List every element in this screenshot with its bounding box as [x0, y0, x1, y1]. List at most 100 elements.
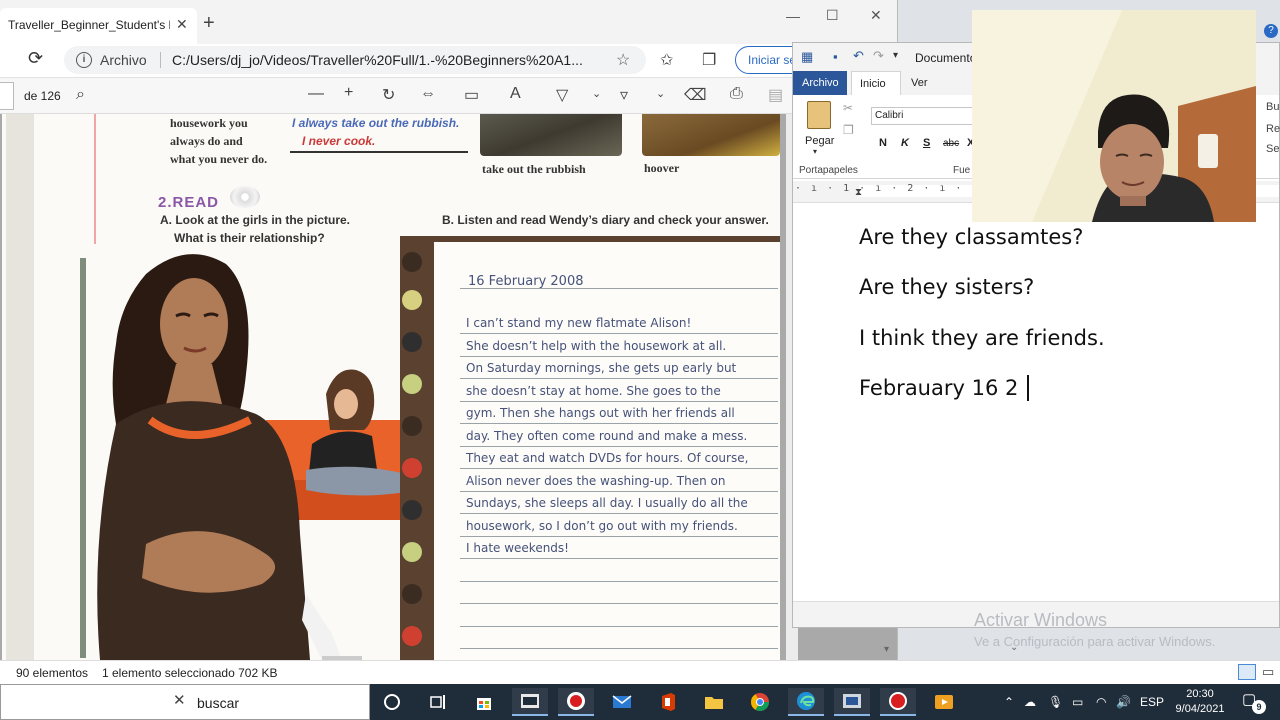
customize-dropdown-icon[interactable]: ▾: [893, 50, 898, 61]
tab-archivo[interactable]: Archivo: [793, 71, 847, 95]
store-icon[interactable]: [466, 688, 502, 716]
chrome-app-icon[interactable]: [742, 688, 778, 716]
font-name-field[interactable]: Calibri: [871, 107, 975, 125]
doc-line-2[interactable]: Are they sisters?: [859, 275, 1034, 299]
explorer-app-icon[interactable]: [512, 688, 548, 716]
help-icon[interactable]: ?: [1264, 24, 1278, 38]
cortana-icon[interactable]: [374, 688, 410, 716]
housework-text: housework you always do and what you nev…: [170, 116, 268, 166]
favorites-icon[interactable]: ✩: [660, 50, 673, 70]
copy-icon[interactable]: ❐: [843, 123, 854, 137]
strikethrough-button[interactable]: abc: [943, 138, 959, 149]
task-view-icon[interactable]: [420, 688, 456, 716]
paste-dropdown-icon[interactable]: ▾: [813, 147, 817, 156]
diary-date: 16 February 2008: [468, 274, 584, 289]
paste-button[interactable]: Pegar: [805, 135, 834, 147]
close-button[interactable]: ✕: [870, 7, 882, 24]
draw-icon[interactable]: ▽: [556, 85, 568, 105]
find-button[interactable]: Bu: [1266, 101, 1279, 113]
browser-tab[interactable]: Traveller_Beginner_Student's boo ✕: [0, 8, 197, 44]
document-area[interactable]: [793, 203, 1279, 603]
zoom-in-icon[interactable]: +: [344, 84, 353, 102]
folder-app-icon[interactable]: [696, 688, 732, 716]
volume-icon[interactable]: 🔊: [1116, 695, 1131, 709]
search-icon[interactable]: ⌕: [76, 86, 85, 104]
eraser-icon[interactable]: ⌫: [684, 85, 707, 105]
example-never-cook: I never cook.: [302, 134, 376, 148]
minimize-button[interactable]: —: [786, 8, 800, 24]
explorer-status-bar: 90 elementos 1 elemento seleccionado 702…: [0, 660, 1280, 684]
caption-rubbish: take out the rubbish: [482, 162, 586, 176]
page-number-input[interactable]: [0, 82, 14, 110]
read-aloud-icon[interactable]: A: [510, 85, 521, 103]
paste-icon[interactable]: [807, 101, 831, 129]
draw-dropdown-icon[interactable]: ⌄: [592, 87, 601, 100]
document-title: Documento: [915, 51, 977, 65]
save-icon[interactable]: ▤: [768, 85, 783, 105]
info-icon[interactable]: i: [76, 52, 92, 68]
page-view-icon[interactable]: ▭: [464, 85, 479, 105]
new-tab-button[interactable]: +: [203, 13, 215, 33]
doc-line-4[interactable]: Febrauary 16 2: [859, 376, 1018, 400]
diary-rule: [460, 400, 778, 402]
indent-marker-icon[interactable]: ⧗: [855, 187, 862, 198]
undo-icon[interactable]: ↶: [853, 48, 864, 64]
details-view-icon[interactable]: [1238, 664, 1256, 680]
redo-icon[interactable]: ↷: [873, 48, 884, 64]
instruction-a-line2: What is their relationship?: [174, 231, 325, 245]
search-text[interactable]: buscar: [197, 695, 239, 711]
show-hidden-icons-icon[interactable]: ⌃: [1004, 695, 1014, 709]
media-player-app-icon[interactable]: [926, 688, 962, 716]
taskbar-search-box[interactable]: ✕ buscar: [0, 684, 370, 720]
microphone-icon[interactable]: 🎙: [1048, 695, 1063, 709]
answer-underline: [290, 151, 468, 153]
example-always: I always take out the rubbish.: [292, 116, 460, 130]
wifi-icon[interactable]: ◠: [1096, 695, 1106, 709]
diary-line: On Saturday mornings, she gets up early …: [466, 361, 737, 375]
recorder-app-icon[interactable]: [558, 688, 594, 716]
replace-button[interactable]: Re: [1266, 123, 1280, 135]
underline-button[interactable]: S: [923, 137, 930, 149]
word-app-icon[interactable]: [834, 688, 870, 716]
large-icons-view-icon[interactable]: ▭: [1262, 664, 1274, 680]
tab-close-icon[interactable]: ✕: [176, 16, 188, 33]
scroll-down-arrow-icon[interactable]: ▾: [884, 644, 889, 655]
tab-inicio[interactable]: Inicio: [851, 71, 901, 95]
language-indicator[interactable]: ESP: [1140, 695, 1164, 709]
pdf-viewer[interactable]: housework you always do and what you nev…: [0, 114, 897, 660]
clock[interactable]: 20:30 9/04/2021: [1170, 687, 1230, 717]
clock-date: 9/04/2021: [1175, 703, 1225, 715]
italic-button[interactable]: K: [901, 137, 909, 149]
bold-button[interactable]: N: [879, 137, 887, 149]
tab-ver[interactable]: Ver: [911, 77, 928, 89]
url-field[interactable]: i Archivo C:/Users/dj_jo/Videos/Travelle…: [64, 46, 646, 74]
diary-rule: [460, 445, 778, 447]
highlight-icon[interactable]: ▿: [620, 85, 628, 105]
diary-line: she doesn’t stay at home. She goes to th…: [466, 383, 721, 398]
diary-line: housework, so I don’t go out with my fri…: [466, 518, 738, 533]
highlight-dropdown-icon[interactable]: ⌄: [656, 87, 665, 100]
rubbish-photo: [480, 114, 622, 156]
rotate-icon[interactable]: ↻: [382, 85, 395, 105]
battery-icon[interactable]: ▭: [1072, 695, 1083, 709]
refresh-icon[interactable]: ⟳: [28, 48, 43, 69]
onedrive-icon[interactable]: ☁: [1024, 695, 1036, 709]
doc-line-1[interactable]: Are they classamtes?: [859, 225, 1083, 249]
mail-app-icon[interactable]: [604, 688, 640, 716]
screen-recorder-app-icon[interactable]: [880, 688, 916, 716]
fit-page-icon[interactable]: ⇔: [420, 85, 436, 103]
url-text[interactable]: C:/Users/dj_jo/Videos/Traveller%20Full/1…: [172, 52, 602, 68]
zoom-out-icon[interactable]: —: [308, 85, 324, 103]
collections-icon[interactable]: ❐: [702, 50, 716, 70]
print-icon[interactable]: ⎙: [730, 85, 743, 103]
select-button[interactable]: Se: [1266, 143, 1279, 155]
office-app-icon[interactable]: [650, 688, 686, 716]
doc-line-3[interactable]: I think they are friends.: [859, 326, 1105, 350]
activate-windows-title: Activar Windows: [974, 610, 1108, 630]
edge-app-icon[interactable]: [788, 688, 824, 716]
cut-icon[interactable]: ✂: [843, 101, 853, 115]
maximize-button[interactable]: ☐: [826, 7, 839, 24]
save-icon[interactable]: ▪: [833, 49, 838, 64]
add-favorite-icon[interactable]: ☆: [616, 50, 630, 70]
search-close-icon[interactable]: ✕: [173, 691, 186, 709]
